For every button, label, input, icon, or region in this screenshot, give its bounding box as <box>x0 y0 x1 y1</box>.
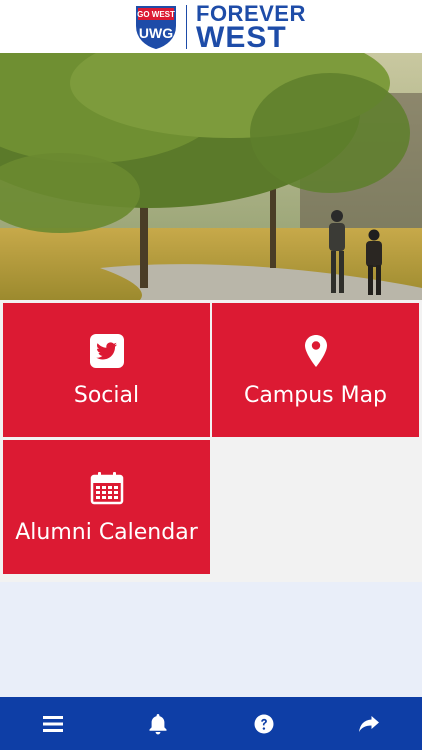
shield-main-text: UWG <box>139 25 173 41</box>
campus-map-label: Campus Map <box>243 382 388 408</box>
menu-icon <box>42 715 63 732</box>
bell-icon <box>149 713 167 734</box>
map-pin-icon <box>304 334 327 367</box>
shield-top-text: GO WEST <box>137 10 175 19</box>
social-label: Social <box>73 382 140 408</box>
campus-hero-image <box>0 53 422 300</box>
app-header: GO WEST UWG FOREVER WEST <box>0 0 422 53</box>
notifications-button[interactable] <box>128 697 188 750</box>
help-button[interactable] <box>234 697 294 750</box>
share-button[interactable] <box>339 697 399 750</box>
help-icon <box>254 714 274 733</box>
forever-west-logo: GO WEST UWG FOREVER WEST <box>134 3 306 54</box>
feature-tiles-grid: Social Campus Map Alumni Calendar <box>0 300 422 582</box>
menu-button[interactable] <box>23 697 83 750</box>
campus-map-tile[interactable]: Campus Map <box>212 303 419 437</box>
uwg-shield-logo: GO WEST UWG <box>136 6 176 50</box>
wordmark: FOREVER WEST <box>196 3 306 54</box>
alumni-calendar-label: Alumni Calendar <box>15 519 198 545</box>
logo-divider <box>186 5 187 49</box>
social-tile[interactable]: Social <box>3 303 210 437</box>
twitter-icon <box>89 333 124 368</box>
calendar-icon <box>90 471 123 504</box>
bottom-nav-bar <box>0 697 422 750</box>
wordmark-line2: WEST <box>196 21 287 54</box>
share-icon <box>359 715 380 732</box>
alumni-calendar-tile[interactable]: Alumni Calendar <box>3 440 210 574</box>
campus-photo <box>0 53 422 300</box>
